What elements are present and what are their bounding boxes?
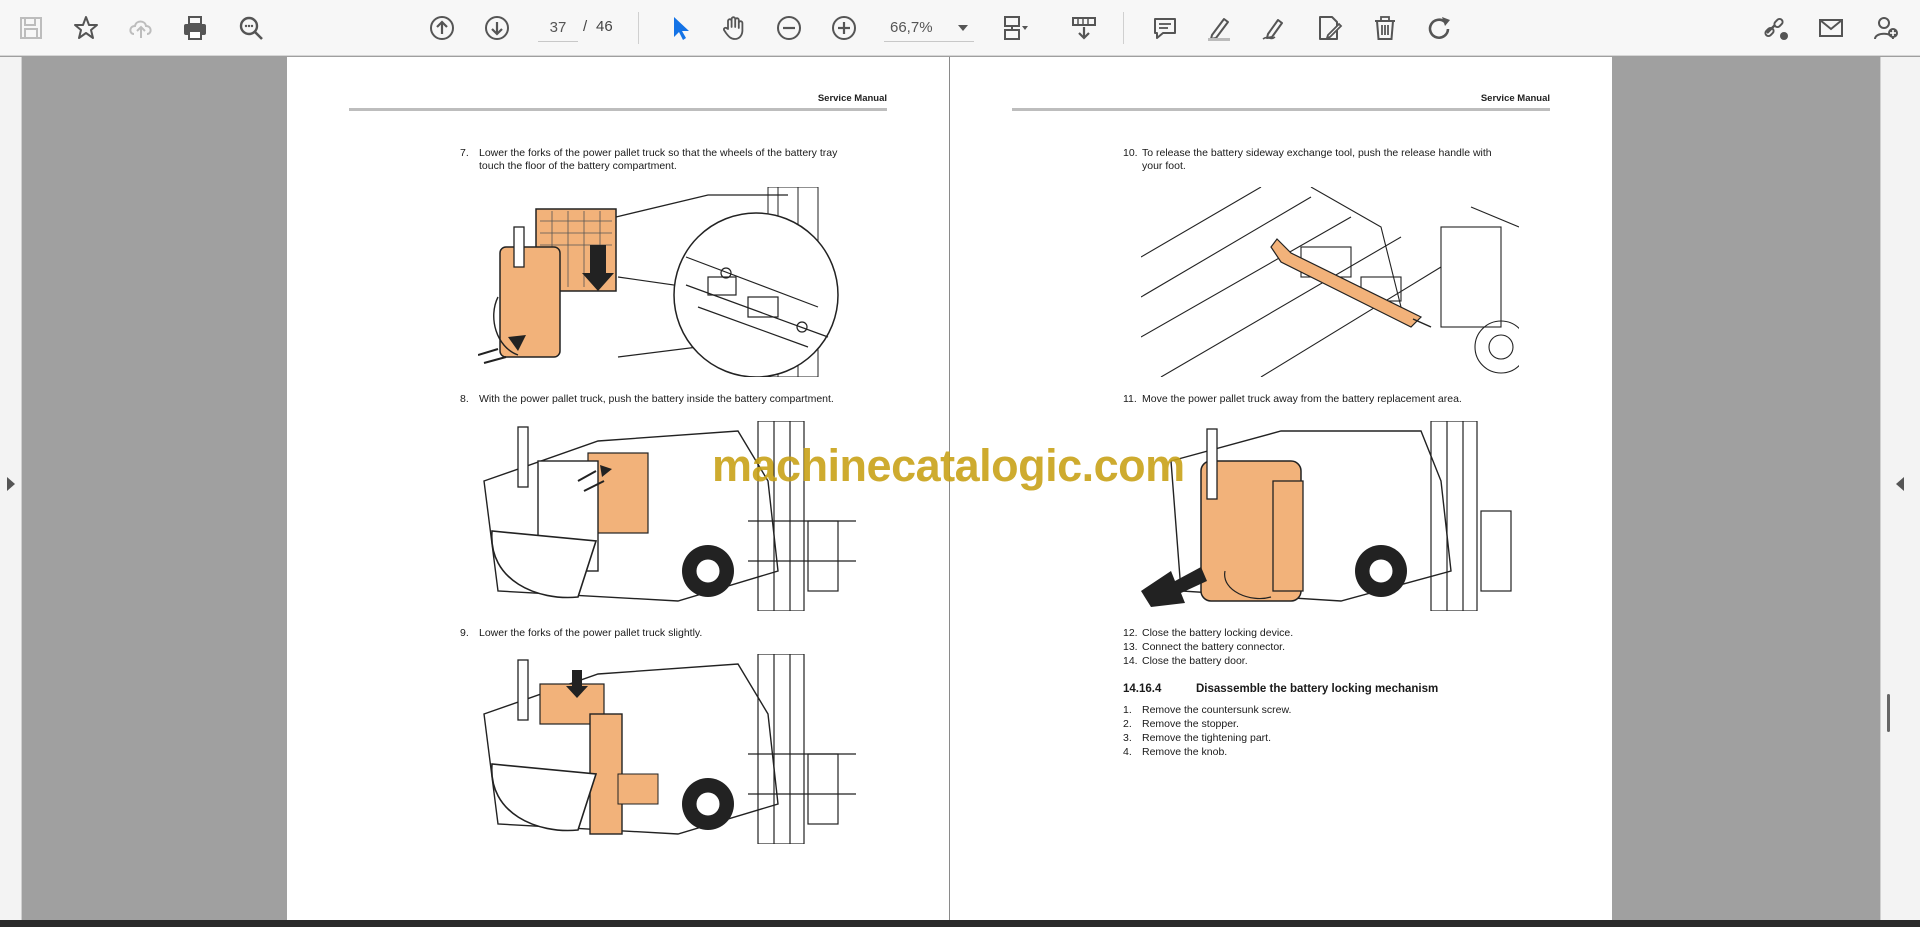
step-text: Remove the knob. bbox=[1142, 746, 1228, 758]
vertical-scrollbar-thumb[interactable] bbox=[1887, 694, 1890, 732]
step-text: Close the battery door. bbox=[1142, 655, 1248, 667]
left-panel-rail bbox=[0, 57, 22, 920]
step-number: 11. bbox=[1123, 393, 1137, 405]
figure-lowering-forks bbox=[478, 187, 856, 377]
header-rule bbox=[1012, 108, 1550, 111]
step-text: Connect the battery connector. bbox=[1142, 641, 1286, 653]
watermark-text: machinecatalogic.com bbox=[712, 440, 1185, 491]
bottom-bar bbox=[0, 920, 1920, 927]
edit-document-icon[interactable] bbox=[1309, 8, 1349, 48]
chevron-down-icon bbox=[958, 24, 968, 31]
email-icon[interactable] bbox=[1811, 8, 1851, 48]
section-title: Disassemble the battery locking mechanis… bbox=[1196, 683, 1439, 695]
document-viewer[interactable]: Service Manual 7. Lower the forks of the… bbox=[0, 57, 1920, 920]
comment-icon[interactable] bbox=[1145, 8, 1185, 48]
toolbar-divider bbox=[1123, 12, 1124, 44]
total-pages: 46 bbox=[596, 18, 613, 35]
step-text: Remove the tightening part. bbox=[1142, 732, 1271, 744]
step-number: 4. bbox=[1123, 746, 1132, 758]
step-number: 8. bbox=[460, 393, 469, 405]
highlight-pen-icon[interactable] bbox=[1199, 8, 1239, 48]
next-page-icon[interactable] bbox=[477, 8, 517, 48]
step-number: 14. bbox=[1123, 655, 1138, 667]
step-text: Move the power pallet truck away from th… bbox=[1142, 393, 1462, 405]
step-text: your foot. bbox=[1142, 160, 1186, 172]
step-text: Close the battery locking device. bbox=[1142, 627, 1294, 639]
step-number: 10. bbox=[1123, 147, 1138, 159]
redo-icon[interactable] bbox=[1419, 8, 1459, 48]
step-number: 1. bbox=[1123, 704, 1132, 716]
step-text: Lower the forks of the power pallet truc… bbox=[479, 627, 703, 639]
bookmark-star-icon[interactable] bbox=[66, 8, 106, 48]
toolbar-divider bbox=[638, 12, 639, 44]
hand-pan-icon[interactable] bbox=[714, 8, 754, 48]
figure-release-handle bbox=[1141, 187, 1519, 377]
step-number: 2. bbox=[1123, 718, 1132, 730]
header-rule bbox=[349, 108, 887, 111]
zoom-dropdown[interactable]: 66,7% bbox=[884, 14, 974, 42]
save-icon[interactable] bbox=[11, 8, 51, 48]
right-panel-rail bbox=[1880, 57, 1920, 920]
page-separator: / bbox=[583, 18, 588, 35]
scroll-mode-icon[interactable] bbox=[1064, 8, 1104, 48]
zoom-value: 66,7% bbox=[890, 19, 933, 36]
figure-lower-forks-slightly bbox=[478, 654, 856, 844]
add-user-icon[interactable] bbox=[1866, 8, 1906, 48]
share-link-icon[interactable] bbox=[1756, 8, 1796, 48]
previous-page-icon[interactable] bbox=[422, 8, 462, 48]
step-text: touch the floor of the battery compartme… bbox=[479, 160, 677, 172]
page-display-icon[interactable] bbox=[994, 8, 1034, 48]
step-number: 13. bbox=[1123, 641, 1138, 653]
zoom-in-icon[interactable] bbox=[824, 8, 864, 48]
step-text: Lower the forks of the power pallet truc… bbox=[479, 147, 838, 159]
delete-trash-icon[interactable] bbox=[1365, 8, 1405, 48]
draw-pen-icon[interactable] bbox=[1254, 8, 1294, 48]
page-header: Service Manual bbox=[1480, 93, 1550, 104]
page-number-input[interactable] bbox=[538, 14, 578, 42]
figure-move-truck-away bbox=[1141, 421, 1519, 611]
step-text: Remove the countersunk screw. bbox=[1142, 704, 1292, 716]
print-icon[interactable] bbox=[175, 8, 215, 48]
step-number: 12. bbox=[1123, 627, 1138, 639]
step-number: 7. bbox=[460, 147, 469, 159]
zoom-out-icon[interactable] bbox=[769, 8, 809, 48]
select-cursor-icon[interactable] bbox=[660, 8, 700, 48]
toolbar: / 46 66,7% bbox=[0, 0, 1920, 56]
upload-cloud-icon[interactable] bbox=[121, 8, 161, 48]
zoom-search-icon[interactable] bbox=[231, 8, 271, 48]
step-number: 9. bbox=[460, 627, 469, 639]
expand-left-panel-icon[interactable] bbox=[7, 477, 15, 491]
step-text: Remove the stopper. bbox=[1142, 718, 1239, 730]
step-number: 3. bbox=[1123, 732, 1132, 744]
section-number: 14.16.4 bbox=[1123, 683, 1162, 695]
save-icon-graphic bbox=[20, 17, 42, 39]
step-text: To release the battery sideway exchange … bbox=[1142, 147, 1492, 159]
step-text: With the power pallet truck, push the ba… bbox=[479, 393, 834, 405]
page-header: Service Manual bbox=[817, 93, 887, 104]
expand-right-panel-icon[interactable] bbox=[1896, 477, 1904, 491]
